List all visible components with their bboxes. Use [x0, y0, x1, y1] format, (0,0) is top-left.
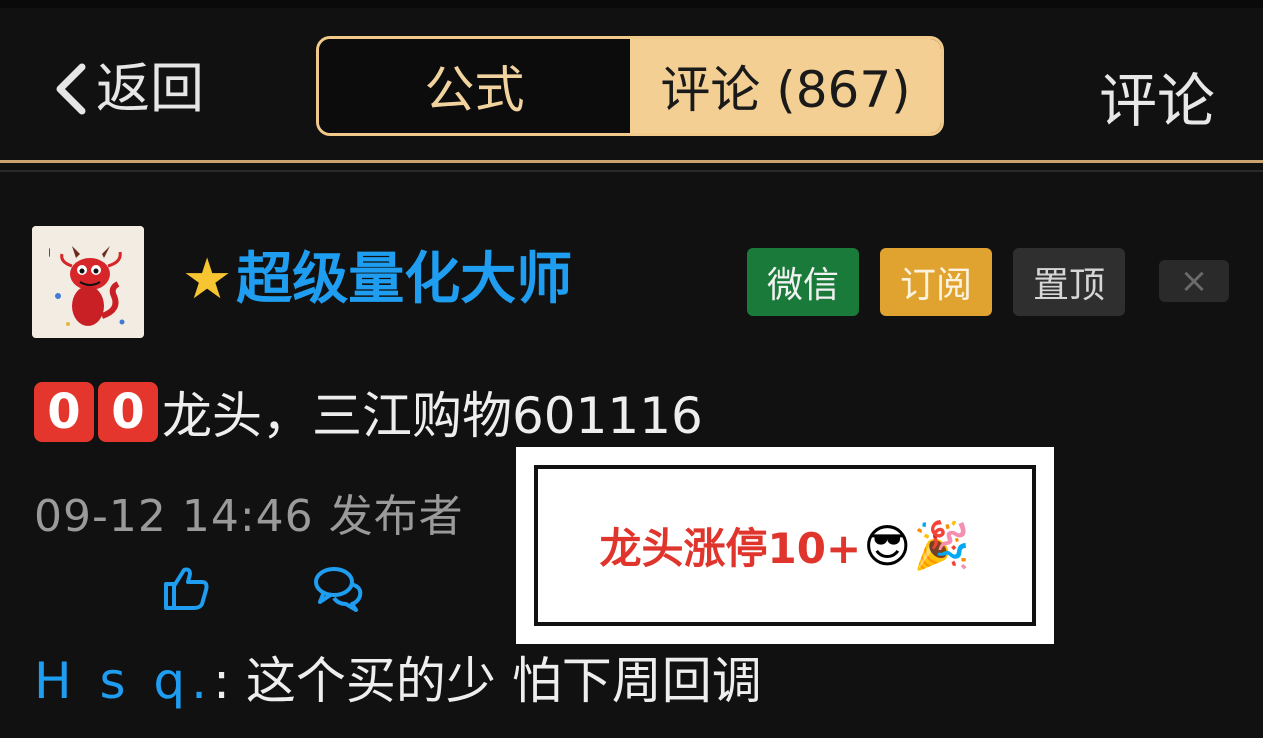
close-button[interactable]: ×: [1159, 260, 1229, 302]
back-label: 返回: [96, 57, 204, 120]
post-meta: 09-12 14:46 发布者: [34, 491, 464, 542]
top-navigation-bar: 返回 公式 评论 (867) 评论: [0, 8, 1263, 160]
svg-text:一: 一: [43, 248, 53, 257]
party-popper-icon: 🎉: [913, 518, 971, 572]
comment-action-button[interactable]: 评论: [1099, 54, 1215, 138]
reply-user-link[interactable]: H s q.: [34, 652, 213, 710]
avatar[interactable]: 一: [32, 226, 144, 338]
author-name-link[interactable]: ★ 超级量化大师: [182, 244, 572, 316]
post-content-text: 龙头，三江购物601116: [162, 387, 703, 445]
chevron-left-icon: [56, 63, 86, 115]
author-name: 超级量化大师: [236, 247, 573, 312]
subscribe-button[interactable]: 订阅: [880, 248, 992, 316]
segmented-tabs: 公式 评论 (867): [316, 36, 944, 136]
header-divider-secondary: [0, 170, 1263, 172]
tab-formula[interactable]: 公式: [319, 39, 630, 133]
reply-item: H s q.: 这个买的少 怕下周回调: [34, 648, 762, 714]
annotation-text: 龙头涨停10+: [599, 524, 862, 573]
reply-text: 这个买的少 怕下周回调: [245, 652, 762, 710]
dragon-avatar-icon: 一: [32, 226, 144, 338]
pin-button[interactable]: 置顶: [1013, 248, 1125, 316]
keycap-zero-1: 0: [34, 382, 94, 442]
keycap-zero-2: 0: [98, 382, 158, 442]
star-icon: ★: [182, 247, 233, 312]
annotation-frame: 龙头涨停10+ 😎 🎉: [534, 465, 1036, 626]
back-button[interactable]: 返回: [50, 56, 204, 122]
tab-comments[interactable]: 评论 (867): [630, 39, 941, 133]
status-bar-strip: [0, 0, 1263, 8]
comment-icon[interactable]: [312, 562, 364, 614]
annotation-overlay: 龙头涨停10+ 😎 🎉: [516, 447, 1054, 644]
reply-separator: :: [213, 652, 246, 710]
header-divider: [0, 160, 1263, 163]
sunglasses-emoji-icon: 😎: [863, 518, 912, 573]
thumbs-up-icon[interactable]: [160, 562, 212, 614]
wechat-button[interactable]: 微信: [747, 248, 859, 316]
post-content: 0 0 龙头，三江购物601116: [34, 380, 703, 445]
